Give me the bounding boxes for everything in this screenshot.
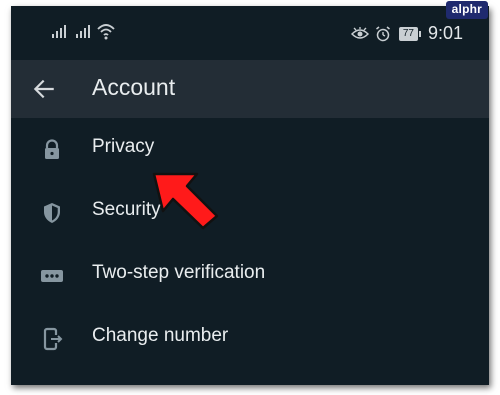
annotation-arrow-icon — [152, 172, 219, 230]
phone-change-icon — [43, 327, 63, 351]
screenshot-frame: 77 9:01 Account Privacy Security Two-ste… — [11, 6, 489, 385]
menu-item-label: Privacy — [92, 136, 155, 157]
app-bar: Account — [11, 60, 489, 118]
dots-icon — [41, 270, 63, 282]
status-right: 77 9:01 — [350, 23, 463, 44]
eye-icon — [350, 26, 369, 39]
status-bar: 77 9:01 — [11, 6, 489, 60]
page-title: Account — [92, 74, 176, 100]
menu-item-label: Two-step verification — [92, 262, 266, 283]
lock-icon — [45, 139, 59, 159]
wifi-icon — [97, 24, 115, 40]
menu-item-two-step-verification[interactable]: Two-step verification — [11, 244, 489, 307]
menu-item-label: Change number — [92, 325, 229, 346]
menu-item-security[interactable]: Security — [11, 181, 489, 244]
back-arrow-icon[interactable] — [31, 76, 57, 102]
alarm-icon — [375, 25, 390, 41]
signal-icon — [76, 25, 90, 38]
watermark-logo: alphr — [445, 1, 488, 19]
battery-indicator: 77 — [398, 26, 422, 41]
menu-item-change-number[interactable]: Change number — [11, 307, 489, 370]
account-settings-list: Privacy Security Two-step verification C… — [11, 118, 489, 370]
signal-icon — [52, 25, 66, 38]
shield-icon — [44, 203, 60, 223]
clock: 9:01 — [427, 23, 463, 43]
menu-item-privacy[interactable]: Privacy — [11, 118, 489, 181]
